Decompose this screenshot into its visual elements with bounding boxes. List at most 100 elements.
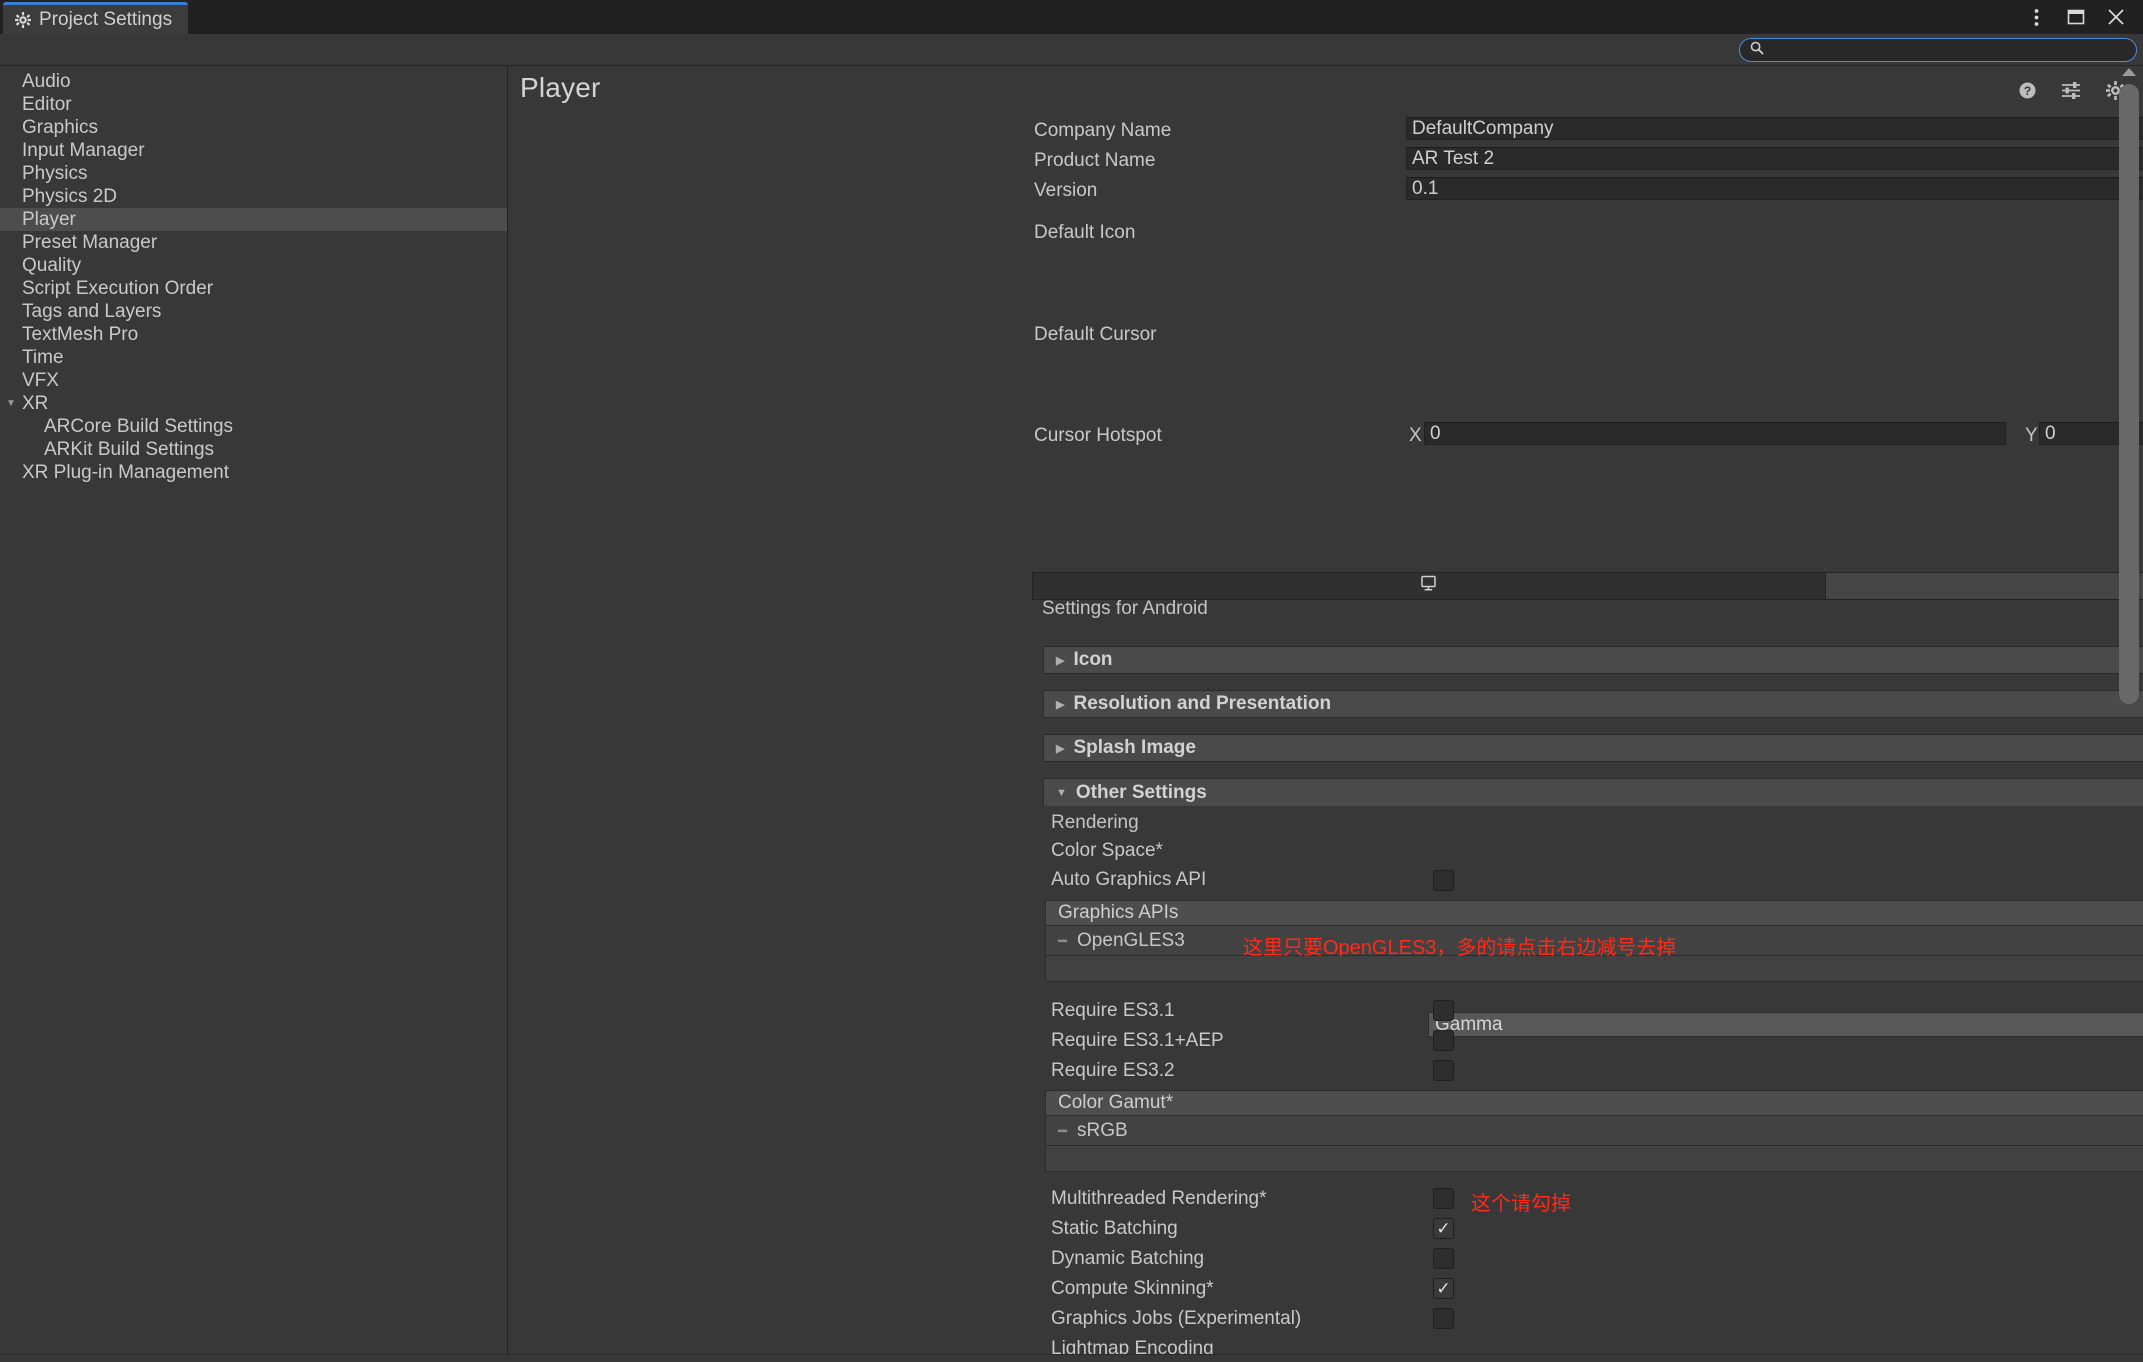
sidebar-item-label: ARCore Build Settings	[44, 415, 234, 437]
close-icon[interactable]	[2105, 6, 2127, 28]
sidebar-item-label: Tags and Layers	[22, 300, 162, 322]
static-batching-checkbox[interactable]: ✓	[1433, 1218, 1454, 1239]
chevron-down-icon[interactable]: ▼	[0, 398, 22, 409]
default-icon-label: Default Icon	[1034, 222, 1136, 243]
cursor-hotspot-x-input[interactable]: 0	[1424, 422, 2006, 445]
chevron-down-icon: ▼	[1056, 786, 1067, 799]
section-other-settings[interactable]: ▼ Other Settings	[1043, 778, 2143, 806]
sidebar-item-label: Physics	[22, 162, 88, 184]
search-box[interactable]	[1739, 37, 2137, 62]
search-input[interactable]	[1771, 39, 2126, 60]
sidebar-item-label: Input Manager	[22, 139, 145, 161]
sidebar-item-textmesh-pro[interactable]: TextMesh Pro	[0, 323, 507, 346]
color-gamut-list-footer	[1045, 1146, 2143, 1172]
require-es31aep-checkbox[interactable]	[1433, 1030, 1454, 1051]
sidebar-item-editor[interactable]: Editor	[0, 93, 507, 116]
chevron-right-icon: ▶	[1056, 742, 1065, 755]
sidebar-item-xr-plug-in-management[interactable]: XR Plug-in Management	[0, 461, 507, 484]
section-icon-label: Icon	[1073, 649, 1113, 670]
sidebar-item-physics[interactable]: Physics	[0, 162, 507, 185]
sidebar-item-graphics[interactable]: Graphics	[0, 116, 507, 139]
section-resolution-and-presentation[interactable]: ▶ Resolution and Presentation	[1043, 690, 2143, 718]
settings-scroll-area[interactable]: Company Name DefaultCompany Product Name…	[508, 110, 2143, 1362]
settings-for-platform-label: Settings for Android	[1042, 598, 1208, 619]
desktop-icon	[1420, 575, 1437, 598]
color-gamut-header: Color Gamut*	[1045, 1090, 2143, 1116]
vertical-scrollbar[interactable]	[2119, 66, 2139, 1362]
sidebar-item-input-manager[interactable]: Input Manager	[0, 139, 507, 162]
sidebar-item-vfx[interactable]: VFX	[0, 369, 507, 392]
sidebar-item-preset-manager[interactable]: Preset Manager	[0, 231, 507, 254]
sidebar-item-label: Graphics	[22, 116, 99, 138]
scroll-up-arrow-icon[interactable]	[2122, 68, 2136, 76]
sidebar-item-audio[interactable]: Audio	[0, 70, 507, 93]
main-body: Audio Editor Graphics Input Manager Physics P…	[0, 66, 2143, 1362]
window-controls	[2025, 0, 2135, 34]
sidebar-item-label: ARKit Build Settings	[44, 438, 215, 460]
sidebar-item-player[interactable]: Player	[0, 208, 507, 231]
maximize-icon[interactable]	[2065, 6, 2087, 28]
page-title: Player	[520, 72, 601, 103]
graphics-apis-header: Graphics APIs	[1045, 900, 2143, 926]
section-other-settings-label: Other Settings	[1075, 781, 1207, 803]
dynamic-batching-checkbox[interactable]	[1433, 1248, 1454, 1269]
help-icon[interactable]: ?	[2017, 80, 2037, 100]
version-input[interactable]: 0.1	[1406, 177, 2143, 200]
sidebar-item-arkit-build-settings[interactable]: ARKit Build Settings	[0, 438, 507, 461]
sidebar-item-arcore-build-settings[interactable]: ARCore Build Settings	[0, 415, 507, 438]
default-cursor-label: Default Cursor	[1034, 324, 1157, 345]
drag-handle-icon[interactable]: ━	[1058, 1122, 1067, 1140]
section-resolution-label: Resolution and Presentation	[1073, 693, 1332, 714]
sidebar-item-label: TextMesh Pro	[22, 323, 139, 345]
drag-handle-icon[interactable]: ━	[1058, 932, 1067, 950]
sidebar-item-xr[interactable]: ▼ XR	[0, 392, 507, 415]
section-splash-image[interactable]: ▶ Splash Image	[1043, 734, 2143, 762]
cursor-hotspot-x-label: X	[1409, 425, 1422, 446]
settings-tree: Audio Editor Graphics Input Manager Physics P…	[0, 66, 508, 1362]
sidebar-item-time[interactable]: Time	[0, 346, 507, 369]
tab-label: Project Settings	[39, 8, 173, 30]
preset-icon[interactable]	[2061, 80, 2081, 100]
sidebar-item-label: Time	[22, 346, 64, 368]
require-es31-checkbox[interactable]	[1433, 1000, 1454, 1021]
title-bar: Project Settings	[0, 0, 2143, 34]
gear-icon	[15, 11, 31, 28]
company-name-label: Company Name	[1034, 120, 1172, 141]
sidebar-item-quality[interactable]: Quality	[0, 254, 507, 277]
auto-graphics-api-label: Auto Graphics API	[1051, 869, 1207, 890]
company-name-input[interactable]: DefaultCompany	[1406, 117, 2143, 140]
standalone-tab[interactable]	[1033, 573, 1826, 599]
svg-text:?: ?	[2023, 84, 2030, 98]
require-es32-checkbox[interactable]	[1433, 1060, 1454, 1081]
sidebar-item-label: Audio	[22, 70, 71, 92]
chevron-right-icon: ▶	[1056, 654, 1065, 667]
scrollbar-track[interactable]	[2119, 76, 2139, 1362]
settings-content: Company Name DefaultCompany Product Name…	[508, 110, 2143, 1359]
color-space-dropdown[interactable]: Gamma	[1428, 1012, 2143, 1037]
section-splash-label: Splash Image	[1073, 737, 1196, 758]
product-name-input[interactable]: AR Test 2	[1406, 147, 2143, 170]
compute-skinning-checkbox[interactable]: ✓	[1433, 1278, 1454, 1299]
sidebar-item-script-execution-order[interactable]: Script Execution Order	[0, 277, 507, 300]
section-icon[interactable]: ▶ Icon	[1043, 646, 2143, 674]
kebab-menu-icon[interactable]	[2025, 6, 2047, 28]
chevron-right-icon: ▶	[1056, 698, 1065, 711]
scrollbar-thumb[interactable]	[2119, 84, 2139, 704]
sidebar-item-tags-and-layers[interactable]: Tags and Layers	[0, 300, 507, 323]
multithreaded-note: 这个请勾掉	[1471, 1193, 1571, 1215]
graphics-apis-item-label: OpenGLES3	[1077, 929, 1185, 951]
auto-graphics-api-checkbox[interactable]	[1433, 870, 1454, 891]
sidebar-item-physics-2d[interactable]: Physics 2D	[0, 185, 507, 208]
sidebar-item-label: Preset Manager	[22, 231, 158, 253]
sidebar-item-label: Physics 2D	[22, 185, 118, 207]
color-gamut-item-label: sRGB	[1077, 1119, 1128, 1141]
color-gamut-row-srgb[interactable]: ━ sRGB	[1045, 1116, 2143, 1146]
compute-skinning-label: Compute Skinning*	[1051, 1278, 1214, 1299]
multithreaded-rendering-checkbox[interactable]	[1433, 1188, 1454, 1209]
graphics-jobs-checkbox[interactable]	[1433, 1308, 1454, 1329]
pane-header-icons: ?	[2017, 80, 2125, 100]
android-tab[interactable]	[1826, 573, 2143, 599]
search-icon	[1750, 39, 1764, 61]
tab-project-settings[interactable]: Project Settings	[3, 2, 189, 34]
graphics-jobs-label: Graphics Jobs (Experimental)	[1051, 1308, 1302, 1329]
